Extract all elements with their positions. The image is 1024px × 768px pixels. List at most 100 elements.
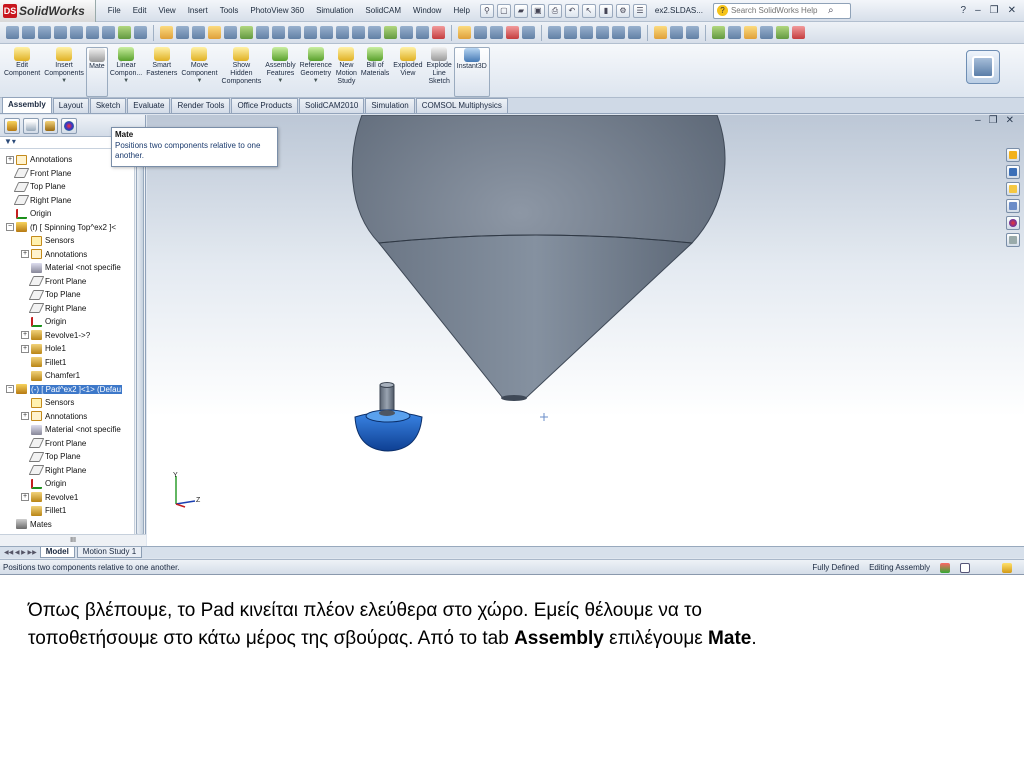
assembly-features-button[interactable]: Assembly Features ▼ xyxy=(263,47,297,97)
comsol-icon[interactable] xyxy=(776,26,789,39)
menu-insert[interactable]: Insert xyxy=(182,6,214,15)
instant3d-button[interactable]: Instant3D xyxy=(453,47,490,97)
graphics-area[interactable]: – ❐ ✕ Y Z xyxy=(147,115,1024,546)
reference-geometry-button[interactable]: Reference Geometry ▼ xyxy=(298,47,334,97)
pad-model[interactable] xyxy=(354,382,423,452)
tree-item[interactable]: Sensors xyxy=(0,396,134,410)
view-trimetric-icon[interactable] xyxy=(134,26,147,39)
smart-fasteners-button[interactable]: Smart Fasteners xyxy=(144,47,179,97)
arc-icon[interactable] xyxy=(240,26,253,39)
tree-item[interactable]: Right Plane xyxy=(0,194,134,208)
expand-toggle-icon[interactable]: + xyxy=(21,344,29,353)
tree-item[interactable]: Top Plane xyxy=(0,450,134,464)
tree-item[interactable]: + Revolve1->? xyxy=(0,329,134,343)
spinning-top-model[interactable] xyxy=(351,115,726,401)
view-palette-tab[interactable] xyxy=(1006,199,1020,213)
scene-icon[interactable] xyxy=(490,26,503,39)
dropdown-arrow-icon[interactable]: ▼ xyxy=(196,78,202,84)
scrollbar-thumb[interactable] xyxy=(136,165,144,535)
tree-item[interactable]: + Revolve1 xyxy=(0,491,134,505)
restore-icon[interactable]: ❐ xyxy=(990,5,999,16)
hidden-lines-icon[interactable] xyxy=(400,26,413,39)
tree-item[interactable]: Right Plane xyxy=(0,302,134,316)
view-normal-icon[interactable] xyxy=(118,26,131,39)
print-icon[interactable]: ⎙ xyxy=(547,3,562,18)
tree-item[interactable]: Front Plane xyxy=(0,167,134,181)
save-icon[interactable]: ▣ xyxy=(530,3,545,18)
property-manager-tab[interactable] xyxy=(23,117,39,134)
sketch-tool-5-icon[interactable] xyxy=(612,26,625,39)
menu-window[interactable]: Window xyxy=(407,6,447,15)
expand-toggle-icon[interactable]: − xyxy=(6,223,14,232)
view-back-icon[interactable] xyxy=(22,26,35,39)
analysis-icon[interactable] xyxy=(760,26,773,39)
tree-item[interactable]: Right Plane xyxy=(0,464,134,478)
polygon-icon[interactable] xyxy=(272,26,285,39)
dropdown-arrow-icon[interactable]: ▼ xyxy=(277,78,283,84)
tab-motion-study-1[interactable]: Motion Study 1 xyxy=(76,547,143,558)
interference-icon[interactable] xyxy=(686,26,699,39)
tab-layout[interactable]: Layout xyxy=(52,98,89,113)
expand-toggle-icon[interactable]: + xyxy=(6,155,14,164)
light-icon[interactable] xyxy=(522,26,535,39)
flow-icon[interactable] xyxy=(744,26,757,39)
menu-solidcam[interactable]: SolidCAM xyxy=(359,6,407,15)
undo-icon[interactable]: ↶ xyxy=(564,3,579,18)
explode-line-sketch-button[interactable]: Explode Line Sketch xyxy=(425,47,454,97)
circle-icon[interactable] xyxy=(224,26,237,39)
menu-photoview[interactable]: PhotoView 360 xyxy=(244,6,310,15)
help-search[interactable]: ? ⌕ xyxy=(712,2,851,19)
tree-item[interactable]: Origin xyxy=(0,477,134,491)
tab-simulation[interactable]: Simulation xyxy=(365,98,415,113)
configuration-tab[interactable] xyxy=(42,117,58,134)
show-hidden-components-button[interactable]: Show Hidden Components xyxy=(220,47,264,97)
view-orient-5-icon[interactable] xyxy=(352,26,365,39)
tree-item[interactable]: Chamfer1 xyxy=(0,369,134,383)
menu-help[interactable]: Help xyxy=(447,6,475,15)
file-explorer-tab[interactable] xyxy=(1006,182,1020,196)
minimize-icon[interactable]: – xyxy=(975,5,981,16)
view-orient-3-icon[interactable] xyxy=(320,26,333,39)
file-properties-icon[interactable]: ☰ xyxy=(632,3,647,18)
tree-item[interactable]: Origin xyxy=(0,207,134,221)
tab-comsol[interactable]: COMSOL Multiphysics xyxy=(415,98,508,113)
expand-toggle-icon[interactable]: + xyxy=(21,331,29,340)
options-icon[interactable]: ⚙ xyxy=(615,3,630,18)
menu-view[interactable]: View xyxy=(152,6,181,15)
tree-item[interactable]: Fillet1 xyxy=(0,356,134,370)
menu-file[interactable]: File xyxy=(102,6,127,15)
new-document-icon[interactable]: ▢ xyxy=(496,3,511,18)
smart-dimension-icon[interactable] xyxy=(176,26,189,39)
feature-tree-scrollbar[interactable] xyxy=(134,153,145,535)
view-orient-1-icon[interactable] xyxy=(288,26,301,39)
custom-properties-tab[interactable] xyxy=(1006,233,1020,247)
design-library-tab[interactable] xyxy=(1006,165,1020,179)
view-orient-4-icon[interactable] xyxy=(336,26,349,39)
tree-item[interactable]: Top Plane xyxy=(0,288,134,302)
measure-icon[interactable] xyxy=(654,26,667,39)
tree-item[interactable]: Sensors xyxy=(0,234,134,248)
wireframe-icon[interactable] xyxy=(416,26,429,39)
menu-simulation[interactable]: Simulation xyxy=(310,6,359,15)
view-top-icon[interactable] xyxy=(70,26,83,39)
expand-toggle-icon[interactable]: − xyxy=(6,385,14,394)
menu-edit[interactable]: Edit xyxy=(127,6,153,15)
feature-tree-tab[interactable] xyxy=(4,117,20,134)
view-iso-icon[interactable] xyxy=(102,26,115,39)
motion-icon[interactable] xyxy=(728,26,741,39)
mate-button[interactable]: Mate xyxy=(85,47,108,97)
tab-model[interactable]: Model xyxy=(39,547,75,558)
view-orient-2-icon[interactable] xyxy=(304,26,317,39)
line-icon[interactable] xyxy=(192,26,205,39)
display-manager-tab[interactable] xyxy=(61,117,77,134)
simulation-icon[interactable] xyxy=(712,26,725,39)
spline-icon[interactable] xyxy=(256,26,269,39)
quick-tips-icon[interactable] xyxy=(1002,562,1012,573)
sketch-tool-2-icon[interactable] xyxy=(564,26,577,39)
help-icon[interactable]: ? xyxy=(961,5,967,16)
shaded-icon[interactable] xyxy=(384,26,397,39)
dropdown-arrow-icon[interactable]: ▼ xyxy=(61,78,67,84)
tree-item[interactable]: Origin xyxy=(0,315,134,329)
tab-solidcam[interactable]: SolidCAM2010 xyxy=(298,98,365,113)
search-input[interactable] xyxy=(730,6,826,15)
